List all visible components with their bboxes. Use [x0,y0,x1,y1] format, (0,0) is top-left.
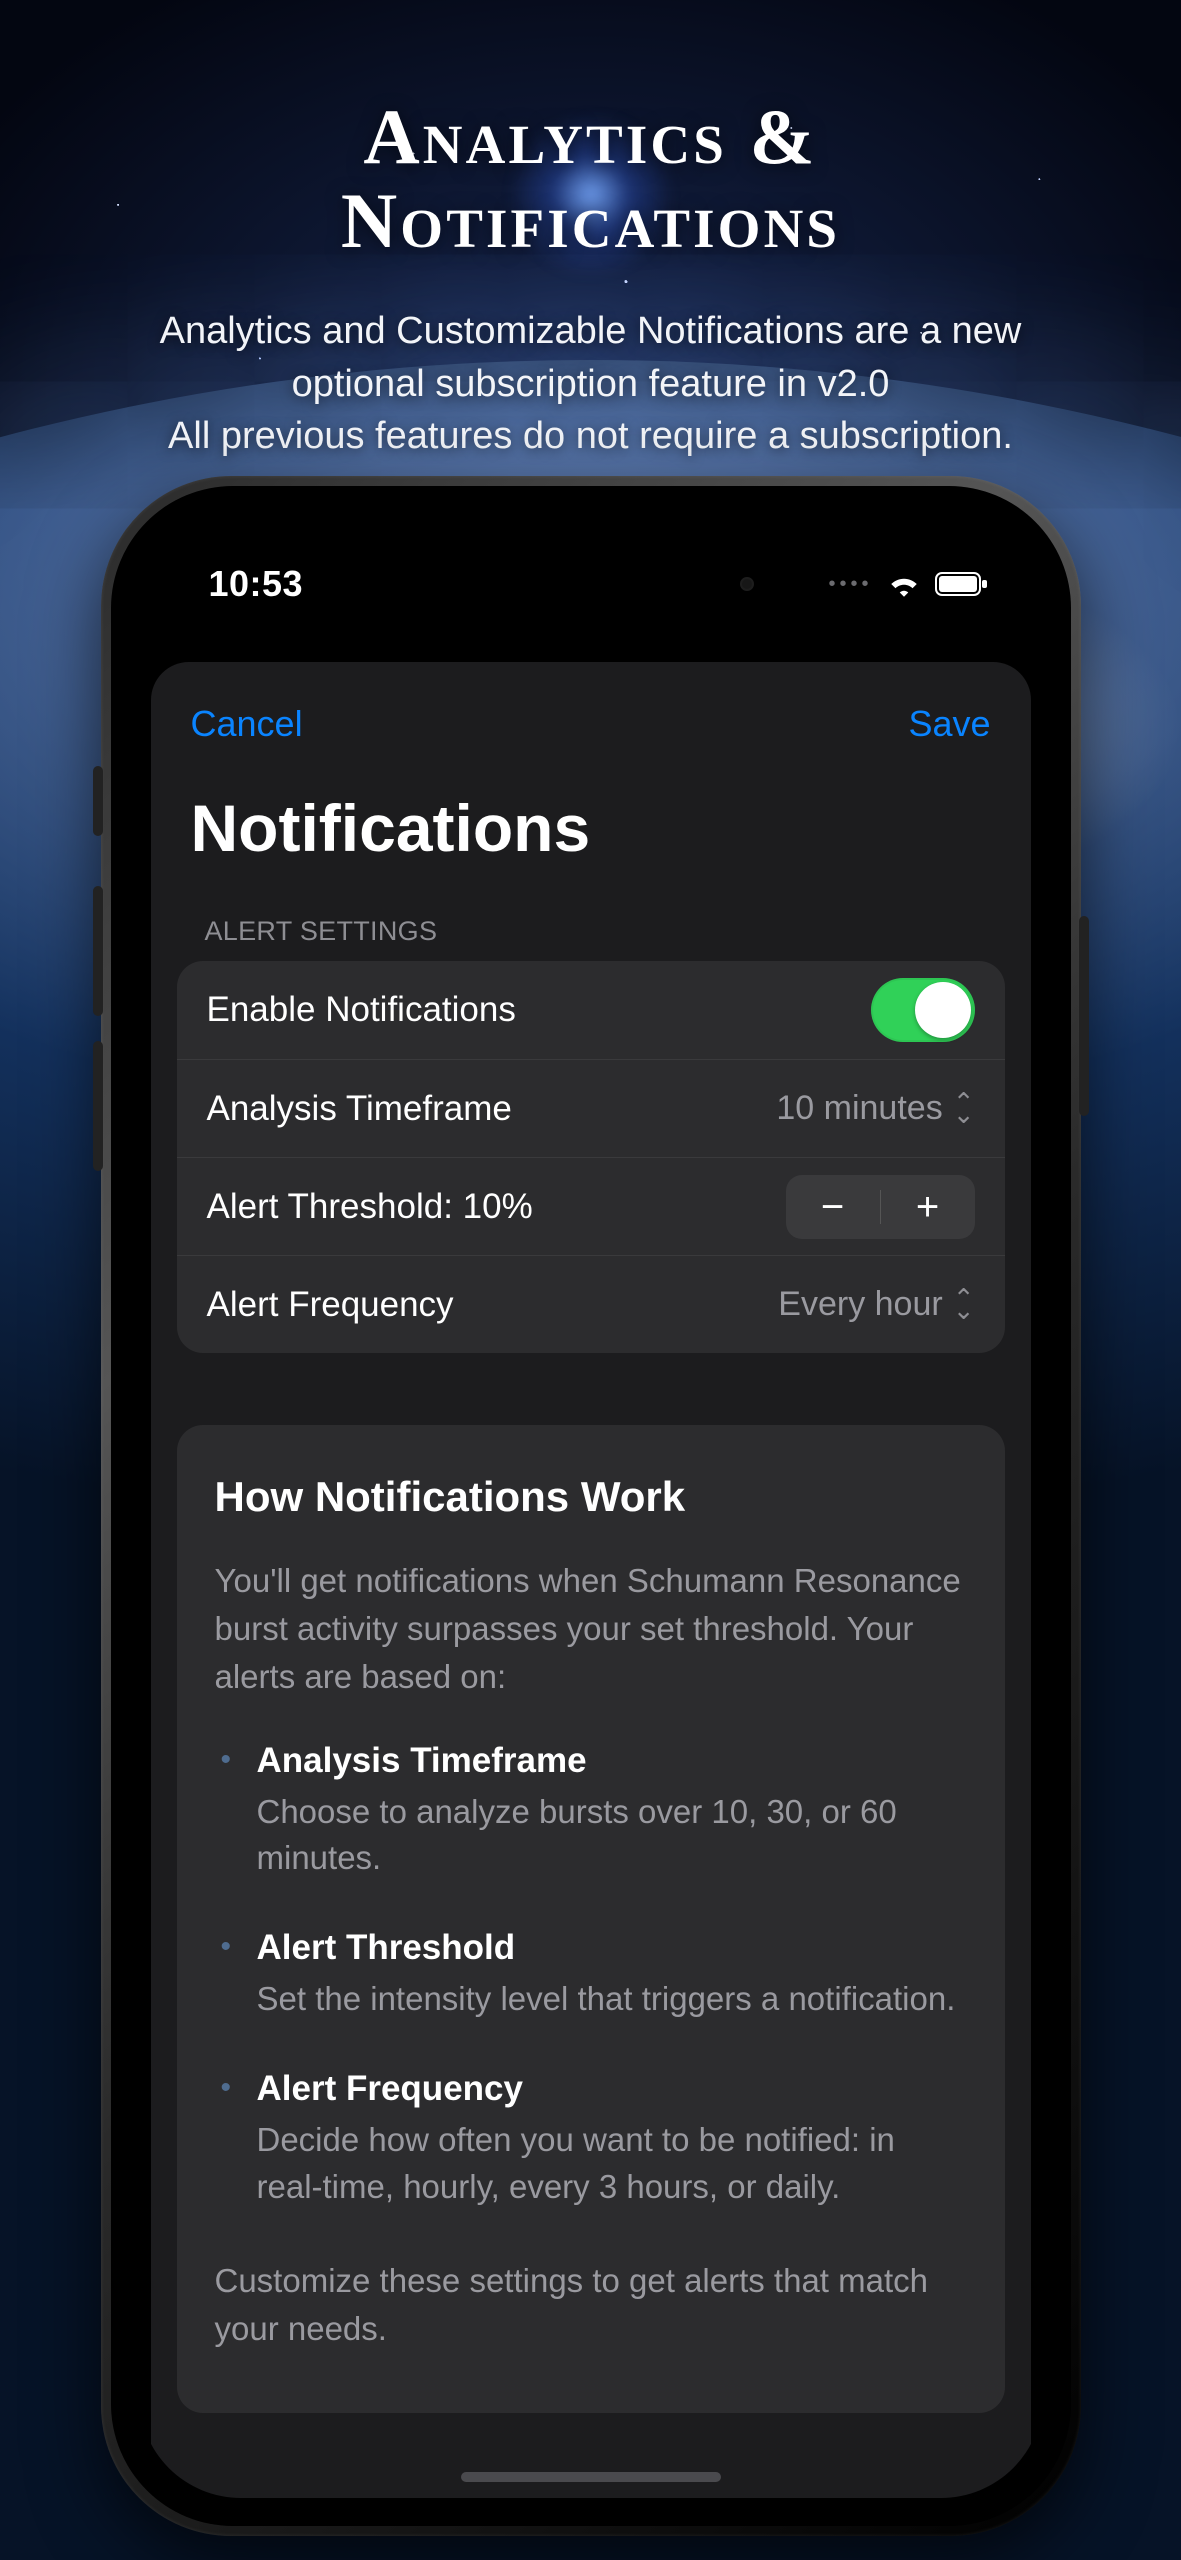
stepper-minus-button[interactable]: − [786,1175,880,1239]
status-bar: 10:53 •••• [139,514,1043,624]
headline-line1: Analytics & [363,93,817,180]
marketing-headline: Analytics & Notifications Analytics and … [0,0,1181,463]
phone-power-button [1079,916,1089,1116]
battery-icon [935,571,989,597]
settings-group: Enable Notifications Analysis Timeframe … [177,961,1005,1353]
phone-screen: 10:53 •••• Cancel [139,514,1043,2498]
dynamic-island-icon [740,577,754,591]
list-item: Analysis Timeframe Choose to analyze bur… [215,1741,967,1883]
headline-title: Analytics & Notifications [0,95,1181,263]
info-card: How Notifications Work You'll get notifi… [177,1425,1005,2413]
analysis-timeframe-label: Analysis Timeframe [207,1089,512,1129]
home-indicator[interactable] [461,2472,721,2482]
row-alert-frequency[interactable]: Alert Frequency Every hour ⌃⌄ [177,1255,1005,1353]
list-item: Alert Threshold Set the intensity level … [215,1928,967,2023]
item-title: Analysis Timeframe [257,1741,967,1781]
status-time: 10:53 [209,563,304,605]
info-lead: You'll get notifications when Schumann R… [215,1557,967,1701]
enable-notifications-toggle[interactable] [871,978,975,1042]
headline-line2: Notifications [341,177,840,264]
sheet-title: Notifications [151,756,1031,890]
section-label-alert-settings: ALERT SETTINGS [151,890,1031,961]
item-body: Decide how often you want to be notified… [257,2117,967,2211]
info-footer: Customize these settings to get alerts t… [215,2257,967,2353]
phone-volume-up [93,886,103,1016]
item-body: Choose to analyze bursts over 10, 30, or… [257,1789,967,1883]
enable-notifications-label: Enable Notifications [207,990,516,1030]
phone-frame: 10:53 •••• Cancel [101,476,1081,2536]
info-heading: How Notifications Work [215,1473,967,1521]
timeframe-value-text: 10 minutes [776,1089,942,1128]
alert-frequency-label: Alert Frequency [207,1285,454,1325]
sub-line3: All previous features do not require a s… [168,415,1013,457]
alert-frequency-value: Every hour ⌃⌄ [778,1285,974,1324]
list-item: Alert Frequency Decide how often you wan… [215,2069,967,2211]
status-right: •••• [740,571,988,597]
row-enable-notifications: Enable Notifications [177,961,1005,1059]
headline-subtitle: Analytics and Customizable Notifications… [0,305,1181,462]
save-button[interactable]: Save [908,703,990,745]
phone-side-button [93,766,103,836]
phone-bezel: 10:53 •••• Cancel [111,486,1071,2526]
settings-sheet: Cancel Save Notifications ALERT SETTINGS… [151,662,1031,2498]
phone-volume-down [93,1041,103,1171]
wifi-icon [887,571,921,597]
item-body: Set the intensity level that triggers a … [257,1976,967,2023]
row-analysis-timeframe[interactable]: Analysis Timeframe 10 minutes ⌃⌄ [177,1059,1005,1157]
cellular-dots-icon: •••• [828,573,872,596]
sheet-header: Cancel Save [151,692,1031,756]
analysis-timeframe-value: 10 minutes ⌃⌄ [776,1089,974,1128]
stepper-plus-button[interactable]: + [881,1175,975,1239]
alert-threshold-label: Alert Threshold: 10% [207,1187,533,1227]
item-title: Alert Frequency [257,2069,967,2109]
chevron-updown-icon: ⌃⌄ [953,1097,975,1120]
sub-line1: Analytics and Customizable Notifications… [160,310,1022,352]
chevron-updown-icon: ⌃⌄ [953,1293,975,1316]
sub-line2: optional subscription feature in v2.0 [292,363,890,405]
item-title: Alert Threshold [257,1928,967,1968]
row-alert-threshold: Alert Threshold: 10% − + [177,1157,1005,1255]
toggle-knob-icon [915,982,971,1038]
info-list: Analysis Timeframe Choose to analyze bur… [215,1741,967,2211]
frequency-value-text: Every hour [778,1285,942,1324]
cancel-button[interactable]: Cancel [191,703,303,745]
alert-threshold-stepper: − + [786,1175,975,1239]
